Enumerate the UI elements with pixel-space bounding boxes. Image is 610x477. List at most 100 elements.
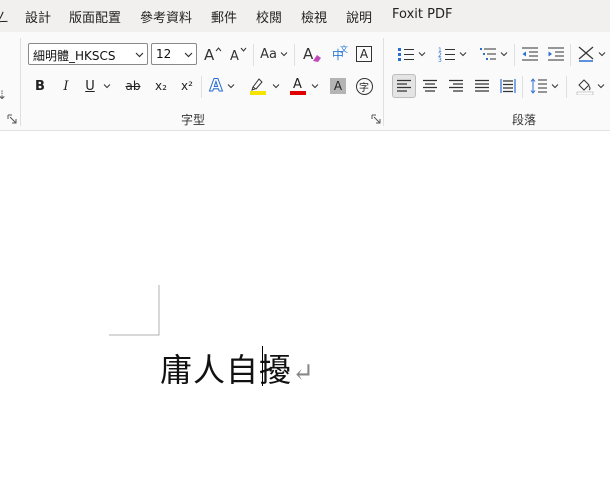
underline-icon: U <box>85 78 95 94</box>
menu-item-view[interactable]: 檢視 <box>301 7 327 26</box>
shading-button[interactable] <box>572 74 608 98</box>
enclose-characters-button[interactable]: 字 <box>353 74 375 98</box>
svg-text:3: 3 <box>438 57 442 62</box>
group-separator <box>383 38 384 126</box>
svg-text:A: A <box>230 49 239 63</box>
partial-group-glyph: ⇣ <box>0 88 8 102</box>
align-left-button[interactable] <box>392 74 416 98</box>
chevron-down-icon <box>459 52 466 57</box>
menu-item-partial[interactable]: ㄥ <box>0 7 9 26</box>
distributed-button[interactable] <box>497 74 519 98</box>
numbered-list-icon: 123 <box>438 47 455 62</box>
increase-indent-button[interactable] <box>545 42 567 66</box>
decrease-indent-icon <box>522 47 538 61</box>
italic-button[interactable]: I <box>56 74 76 98</box>
asian-layout-icon <box>578 46 593 62</box>
increase-indent-icon <box>548 47 564 61</box>
italic-icon: I <box>63 78 69 94</box>
align-right-icon <box>449 79 463 92</box>
chevron-down-icon <box>135 52 144 58</box>
font-color-button[interactable]: A <box>286 74 322 98</box>
phonetic-guide-button[interactable]: 中 文 <box>327 42 349 66</box>
separator <box>201 76 202 98</box>
separator <box>570 44 571 66</box>
font-color-icon: A <box>289 78 306 95</box>
character-border-button[interactable]: A <box>353 42 375 66</box>
menu-item-foxit-pdf[interactable]: Foxit PDF <box>392 7 452 22</box>
asian-layout-button[interactable] <box>574 42 608 66</box>
bold-icon: B <box>35 78 45 94</box>
text-cursor <box>262 346 263 386</box>
clipboard-launcher-icon[interactable] <box>7 114 17 124</box>
clear-formatting-button[interactable]: A <box>301 42 323 66</box>
text-effects-button[interactable]: A <box>205 74 239 98</box>
menu-item-layout[interactable]: 版面配置 <box>69 7 121 26</box>
numbering-button[interactable]: 123 <box>434 42 470 66</box>
align-right-button[interactable] <box>445 74 467 98</box>
svg-text:A: A <box>303 45 314 63</box>
multilevel-list-button[interactable] <box>475 42 511 66</box>
bullet-list-icon <box>397 48 414 61</box>
decrease-indent-button[interactable] <box>519 42 541 66</box>
menu-bar: ㄥ 設計 版面配置 參考資料 郵件 校閱 檢視 說明 Foxit PDF <box>0 0 610 32</box>
chevron-down-icon <box>103 84 111 89</box>
chevron-down-icon <box>311 84 318 89</box>
superscript-button[interactable]: x² <box>176 74 198 98</box>
grow-font-button[interactable]: A <box>202 42 224 66</box>
font-group-label: 字型 <box>181 113 206 127</box>
strikethrough-icon: ab <box>125 79 141 93</box>
justify-button[interactable] <box>471 74 493 98</box>
font-name-combo[interactable]: 細明體_HKSCS <box>28 43 148 65</box>
group-separator <box>20 38 21 126</box>
paragraph-group-label: 段落 <box>512 113 537 127</box>
justify-icon <box>475 79 489 92</box>
margin-corner-marker <box>109 285 160 336</box>
character-border-icon: A <box>356 46 372 62</box>
distributed-icon <box>500 79 516 93</box>
separator <box>294 44 295 66</box>
svg-text:A: A <box>204 46 215 63</box>
menu-item-help[interactable]: 說明 <box>346 7 372 26</box>
character-shading-button[interactable]: A <box>327 74 349 98</box>
font-size-combo[interactable]: 12 <box>151 43 197 65</box>
font-name-value: 細明體_HKSCS <box>33 49 116 63</box>
highlighter-icon <box>250 78 266 95</box>
document-text-content: 庸人自擾 <box>160 351 293 389</box>
line-spacing-button[interactable] <box>526 74 562 98</box>
subscript-button[interactable]: x₂ <box>150 74 172 98</box>
bullets-button[interactable] <box>393 42 429 66</box>
document-text[interactable]: 庸人自擾↵ <box>160 345 315 391</box>
separator <box>253 44 254 66</box>
align-center-button[interactable] <box>419 74 441 98</box>
change-case-label: Aa <box>260 46 277 62</box>
strikethrough-button[interactable]: ab <box>122 74 144 98</box>
chevron-down-icon <box>597 84 604 89</box>
text-effects-icon: A <box>209 76 223 97</box>
chevron-down-icon <box>272 84 280 89</box>
multilevel-list-icon <box>479 48 496 60</box>
bold-button[interactable]: B <box>30 74 50 98</box>
document-page[interactable] <box>0 132 610 477</box>
phonetic-mark-icon: 文 <box>340 45 348 54</box>
line-spacing-icon <box>530 78 547 94</box>
chevron-down-icon <box>598 52 605 57</box>
menu-item-design[interactable]: 設計 <box>25 7 51 26</box>
grow-font-icon: A <box>204 46 222 63</box>
chevron-down-icon <box>227 84 234 89</box>
menu-item-references[interactable]: 參考資料 <box>140 7 192 26</box>
menu-item-mailings[interactable]: 郵件 <box>211 7 237 26</box>
menu-item-review[interactable]: 校閱 <box>256 7 282 26</box>
separator <box>566 76 567 98</box>
subscript-icon: x₂ <box>155 79 167 93</box>
chevron-down-icon <box>418 52 425 57</box>
separator <box>514 44 515 66</box>
font-dialog-launcher-icon[interactable] <box>371 114 381 124</box>
separator <box>522 76 523 98</box>
shrink-font-button[interactable]: A <box>228 42 250 66</box>
highlight-color-button[interactable] <box>246 74 282 98</box>
paint-bucket-icon <box>576 79 593 95</box>
underline-button[interactable]: U <box>82 74 114 98</box>
chevron-down-icon <box>551 84 558 89</box>
font-size-value: 12 <box>156 47 172 61</box>
change-case-button[interactable]: Aa <box>257 42 291 66</box>
